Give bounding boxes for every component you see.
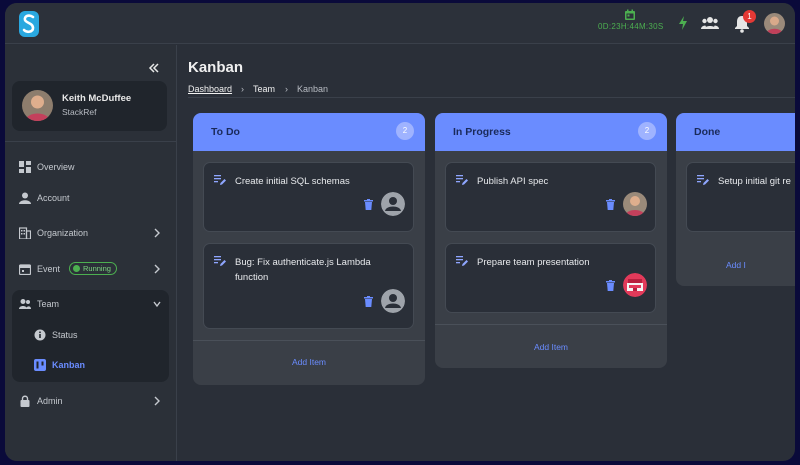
kanban-icon [34,359,46,371]
assignee-avatar[interactable] [381,192,405,216]
calendar-icon [625,9,635,20]
column-title: To Do [211,126,240,138]
sidebar-item-event[interactable]: Event Running [19,260,169,280]
kanban-column-todo: To Do 2 Create initial SQL schemas Bug: … [193,113,425,385]
sidebar-item-label: Status [52,330,78,340]
chevron-down-icon [153,301,161,308]
breadcrumb-dashboard[interactable]: Dashboard [188,84,232,94]
page-title: Kanban [188,59,244,76]
chevron-right-icon [154,264,160,274]
assignee-avatar[interactable] [623,273,647,297]
app-window: 0D:23H:44M:30S 1 Keith McDuffee StackRef… [5,3,795,461]
card-title: Create initial SQL schemas [235,176,350,187]
trash-icon[interactable] [606,199,615,210]
kanban-card[interactable]: Publish API spec [445,162,656,232]
timer-text: 0D:23H:44M:30S [598,22,664,31]
kanban-column-done: Done Setup initial git re Add I [676,113,795,286]
default-user-icon [381,192,405,216]
add-item-button[interactable]: Add Item [193,357,425,367]
kanban-card[interactable]: Prepare team presentation [445,243,656,313]
column-header: In Progress 2 [435,113,667,151]
trash-icon[interactable] [606,280,615,291]
card-title: Bug: Fix authenticate.js Lambda function [235,257,371,283]
edit-note-icon [456,175,468,185]
chevron-right-icon [154,396,160,406]
chevron-right-icon: › [285,84,288,94]
breadcrumb-kanban: Kanban [297,84,329,94]
divider [5,141,177,142]
sidebar: Keith McDuffee StackRef Overview Account [5,45,177,461]
divider [193,340,425,341]
kanban-column-in-progress: In Progress 2 Publish API spec Prepare t… [435,113,667,368]
trash-icon[interactable] [364,296,373,307]
top-bar: 0D:23H:44M:30S 1 [5,3,795,44]
sidebar-item-kanban[interactable]: Kanban [34,356,164,376]
profile-photo-icon [22,90,53,121]
bolt-icon[interactable] [676,15,690,31]
column-header: Done [676,113,795,151]
sidebar-item-status[interactable]: Status [34,326,164,346]
people-icon [19,299,31,309]
profile-photo-icon [623,192,647,216]
divider [435,324,667,325]
edit-note-icon [214,175,226,185]
sidebar-item-label: Organization [37,228,89,238]
card-title: Publish API spec [477,176,549,187]
sidebar-item-label: Team [37,299,60,309]
app-logo[interactable] [19,11,39,37]
assignee-avatar[interactable] [381,289,405,313]
card-title: Setup initial git re [718,176,791,187]
edit-note-icon [456,256,468,266]
kanban-card[interactable]: Bug: Fix authenticate.js Lambda function [203,243,414,329]
column-count-badge: 2 [396,122,414,140]
add-item-button[interactable]: Add Item [435,342,667,352]
trash-icon[interactable] [364,199,373,210]
person-icon [19,192,31,204]
collapse-sidebar-icon[interactable] [147,61,161,75]
column-title: Done [694,126,721,138]
info-icon [34,329,46,341]
sidebar-item-label: Event [37,264,61,274]
user-name: Keith McDuffee [62,93,132,104]
profile-photo-icon [764,13,785,34]
user-card[interactable]: Keith McDuffee StackRef [12,81,167,131]
divider [188,97,795,98]
column-title: In Progress [453,126,511,138]
default-user-icon [381,289,405,313]
sidebar-item-label: Kanban [52,360,86,370]
column-count-badge: 2 [638,122,656,140]
sidebar-item-label: Account [37,193,70,203]
pixel-avatar-icon [623,273,647,297]
sidebar-item-account[interactable]: Account [19,189,169,209]
user-avatar-menu[interactable] [764,13,785,34]
breadcrumb-team[interactable]: Team [253,84,275,94]
kanban-card[interactable]: Create initial SQL schemas [203,162,414,232]
chevron-right-icon: › [241,84,244,94]
card-title: Prepare team presentation [477,257,590,268]
status-badge: Running [69,262,117,275]
column-header: To Do 2 [193,113,425,151]
edit-note-icon [697,175,709,185]
edit-note-icon [214,256,226,266]
add-item-button[interactable]: Add I [726,260,795,270]
building-icon [19,227,31,239]
assignee-avatar[interactable] [623,192,647,216]
notification-badge: 1 [743,10,756,23]
sidebar-item-label: Overview [37,162,75,172]
sidebar-item-admin[interactable]: Admin [19,392,169,412]
sidebar-item-team[interactable]: Team [19,295,169,315]
kanban-card[interactable]: Setup initial git re [686,162,795,232]
user-org: StackRef [62,107,97,117]
dashboard-icon [19,161,31,173]
lock-icon [20,395,30,407]
sidebar-item-label: Admin [37,396,63,406]
calendar-icon [19,264,31,275]
event-timer: 0D:23H:44M:30S [598,9,664,31]
avatar [22,90,53,121]
chevron-right-icon [154,228,160,238]
sidebar-item-organization[interactable]: Organization [19,224,169,244]
sidebar-item-overview[interactable]: Overview [19,158,169,178]
people-icon[interactable] [701,16,719,30]
